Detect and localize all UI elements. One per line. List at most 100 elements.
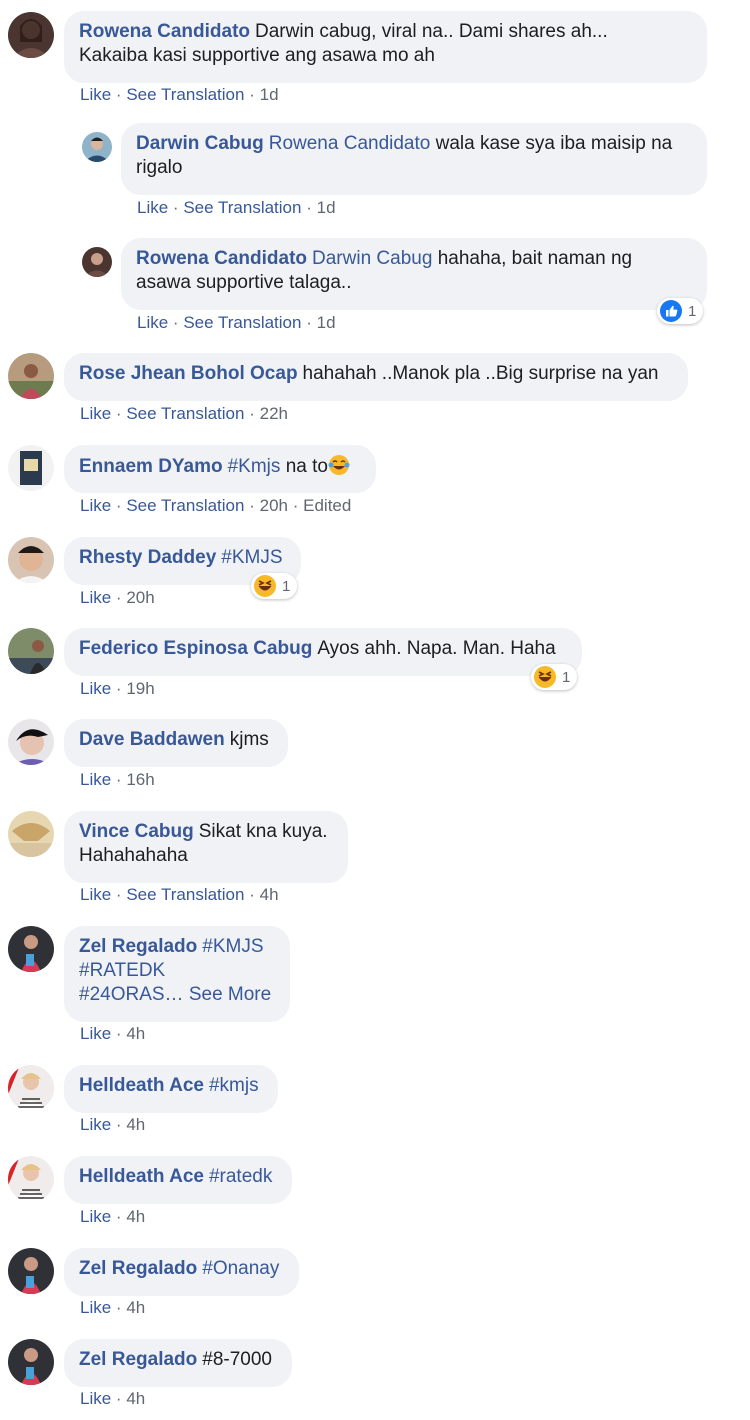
like-link[interactable]: Like xyxy=(80,1298,111,1317)
avatar[interactable] xyxy=(8,1248,54,1294)
comment-bubble: Darwin Cabug Rowena Candidato wala kase s… xyxy=(121,123,707,195)
hashtag-link[interactable]: #KMJS xyxy=(202,936,263,957)
avatar[interactable] xyxy=(8,628,54,674)
hashtag-link[interactable]: #ratedk xyxy=(209,1166,272,1187)
edited-label[interactable]: Edited xyxy=(303,496,351,515)
comment-text: hahaha, bait naman ng xyxy=(437,248,633,269)
like-link[interactable]: Like xyxy=(137,198,168,217)
timestamp[interactable]: 1d xyxy=(260,85,279,104)
commenter-name[interactable]: Rose Jhean Bohol Ocap xyxy=(79,363,298,384)
avatar[interactable] xyxy=(8,353,54,399)
timestamp[interactable]: 4h xyxy=(126,1024,145,1043)
timestamp[interactable]: 20h xyxy=(260,496,288,515)
hashtag-link[interactable]: #Kmjs xyxy=(228,456,281,477)
commenter-name[interactable]: Federico Espinosa Cabug xyxy=(79,638,312,659)
commenter-name[interactable]: Vince Cabug xyxy=(79,821,194,842)
avatar[interactable] xyxy=(8,1156,54,1202)
commenter-name[interactable]: Helldeath Ace xyxy=(79,1075,204,1096)
timestamp[interactable]: 1d xyxy=(317,313,336,332)
commenter-name[interactable]: Rhesty Daddey xyxy=(79,547,216,568)
timestamp[interactable]: 19h xyxy=(126,679,154,698)
commenter-name[interactable]: Ennaem DYamo xyxy=(79,456,223,477)
like-link[interactable]: Like xyxy=(80,770,111,789)
commenter-name[interactable]: Darwin Cabug xyxy=(136,133,264,154)
avatar[interactable] xyxy=(8,445,54,491)
hashtag-link[interactable]: #KMJS xyxy=(221,547,282,568)
comment-bubble: Helldeath Ace #kmjs xyxy=(64,1065,278,1113)
comment-actions: Like · 4h xyxy=(80,1389,145,1409)
timestamp[interactable]: 20h xyxy=(126,588,154,607)
comment-bubble: Ennaem DYamo #Kmjs na to xyxy=(64,445,376,493)
timestamp[interactable]: 4h xyxy=(126,1298,145,1317)
timestamp[interactable]: 16h xyxy=(126,770,154,789)
commenter-name[interactable]: Rowena Candidato xyxy=(136,248,307,269)
mention-link[interactable]: Rowena Candidato xyxy=(269,133,431,154)
avatar[interactable] xyxy=(8,537,54,583)
timestamp[interactable]: 4h xyxy=(126,1207,145,1226)
mention-link[interactable]: Darwin Cabug xyxy=(312,248,432,269)
timestamp[interactable]: 4h xyxy=(260,885,279,904)
avatar[interactable] xyxy=(8,12,54,58)
separator: · xyxy=(172,198,179,217)
comment-text: Hahahahaha xyxy=(79,845,188,866)
separator: · xyxy=(115,885,122,904)
hashtag-link[interactable]: #RATEDK xyxy=(79,960,165,981)
reaction-badge[interactable]: 1 xyxy=(531,664,578,690)
avatar[interactable] xyxy=(82,132,112,162)
commenter-name[interactable]: Zel Regalado xyxy=(79,1258,197,1279)
see-translation-link[interactable]: See Translation xyxy=(183,198,301,217)
like-link[interactable]: Like xyxy=(80,85,111,104)
hashtag-link[interactable]: #24ORAS… xyxy=(79,984,184,1005)
commenter-name[interactable]: Zel Regalado xyxy=(79,936,197,957)
see-translation-link[interactable]: See Translation xyxy=(126,496,244,515)
comment-text: Ayos ahh. Napa. Man. Haha xyxy=(317,638,556,659)
avatar[interactable] xyxy=(8,926,54,972)
reaction-badge[interactable]: 1 xyxy=(657,298,704,324)
timestamp[interactable]: 1d xyxy=(317,198,336,217)
like-link[interactable]: Like xyxy=(80,1207,111,1226)
hashtag-link[interactable]: #Onanay xyxy=(202,1258,279,1279)
comment-actions: Like · 4h xyxy=(80,1024,145,1044)
timestamp[interactable]: 22h xyxy=(260,404,288,423)
see-translation-link[interactable]: See Translation xyxy=(126,404,244,423)
see-translation-link[interactable]: See Translation xyxy=(183,313,301,332)
commenter-name[interactable]: Helldeath Ace xyxy=(79,1166,204,1187)
comment-actions: Like · See Translation · 1d xyxy=(80,85,279,105)
comment-bubble: Zel Regalado #Onanay xyxy=(64,1248,299,1296)
separator: · xyxy=(115,1389,122,1408)
like-link[interactable]: Like xyxy=(80,1115,111,1134)
like-link[interactable]: Like xyxy=(80,588,111,607)
avatar[interactable] xyxy=(82,247,112,277)
separator: · xyxy=(115,1024,122,1043)
like-link[interactable]: Like xyxy=(80,496,111,515)
timestamp[interactable]: 4h xyxy=(126,1115,145,1134)
separator: · xyxy=(115,85,122,104)
comment-text: kjms xyxy=(229,729,269,750)
commenter-name[interactable]: Dave Baddawen xyxy=(79,729,225,750)
like-link[interactable]: Like xyxy=(137,313,168,332)
see-more-link[interactable]: See More xyxy=(189,984,271,1005)
like-link[interactable]: Like xyxy=(80,679,111,698)
see-translation-link[interactable]: See Translation xyxy=(126,85,244,104)
like-link[interactable]: Like xyxy=(80,1024,111,1043)
separator: · xyxy=(115,770,122,789)
avatar[interactable] xyxy=(8,719,54,765)
avatar[interactable] xyxy=(8,1339,54,1385)
comment-text: Darwin cabug, viral na.. Dami shares ah.… xyxy=(255,21,608,42)
timestamp[interactable]: 4h xyxy=(126,1389,145,1408)
comment-bubble: Zel Regalado #KMJS #RATEDK #24ORAS… See M… xyxy=(64,926,290,1022)
see-translation-link[interactable]: See Translation xyxy=(126,885,244,904)
hashtag-link[interactable]: #kmjs xyxy=(209,1075,259,1096)
commenter-name[interactable]: Zel Regalado xyxy=(79,1349,197,1370)
avatar[interactable] xyxy=(8,1065,54,1111)
reaction-badge[interactable]: 1 xyxy=(251,573,298,599)
avatar[interactable] xyxy=(8,811,54,857)
like-link[interactable]: Like xyxy=(80,885,111,904)
comment-bubble: Rowena Candidato Darwin Cabug hahaha, bai… xyxy=(121,238,707,310)
like-link[interactable]: Like xyxy=(80,404,111,423)
comment-actions: Like · 20h xyxy=(80,588,155,608)
commenter-name[interactable]: Rowena Candidato xyxy=(79,21,250,42)
reaction-count: 1 xyxy=(688,302,697,320)
separator: · xyxy=(249,496,255,515)
like-link[interactable]: Like xyxy=(80,1389,111,1408)
